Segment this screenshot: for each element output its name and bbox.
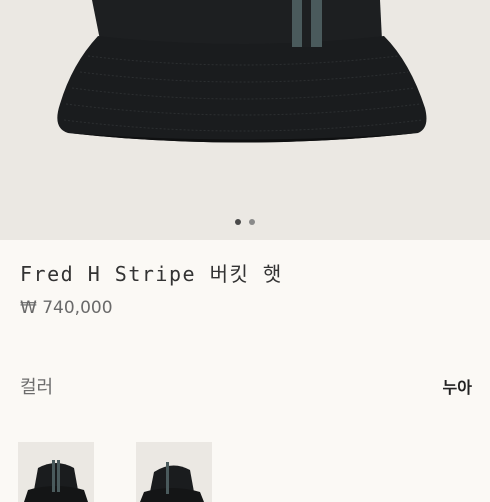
- pagination-dot-active[interactable]: [235, 219, 241, 225]
- color-selector[interactable]: 컬러 누아: [20, 374, 472, 398]
- pagination-dot[interactable]: [249, 219, 255, 225]
- color-label: 컬러: [20, 377, 54, 398]
- selected-color: 누아: [442, 378, 472, 397]
- product-image[interactable]: [0, 0, 490, 240]
- product-title: Fred H Stripe 버킷 햇: [20, 262, 283, 286]
- bucket-hat-thumbnail: [24, 460, 88, 502]
- bucket-hat-image: [57, 0, 427, 143]
- gallery-pagination: [0, 219, 490, 229]
- color-swatch-thumbnail[interactable]: [136, 442, 212, 502]
- bucket-hat-thumbnail: [140, 462, 204, 502]
- color-swatch-thumbnail[interactable]: [18, 442, 94, 502]
- product-price: ₩ 740,000: [20, 298, 113, 318]
